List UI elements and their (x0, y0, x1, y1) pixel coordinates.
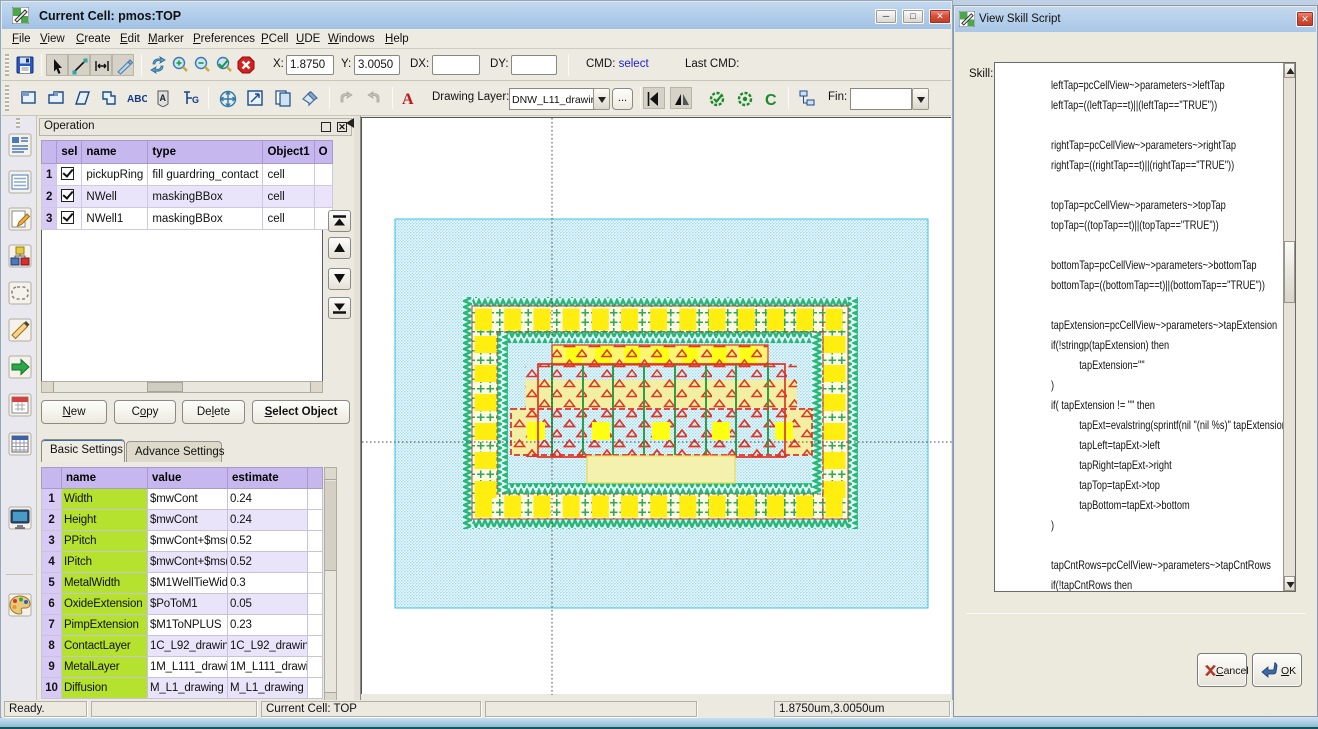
svg-text:C: C (765, 92, 777, 109)
svg-text:ABC: ABC (127, 94, 147, 105)
svg-text:G: G (192, 95, 199, 105)
svg-text:A: A (402, 91, 414, 107)
svg-text:A: A (160, 93, 167, 103)
